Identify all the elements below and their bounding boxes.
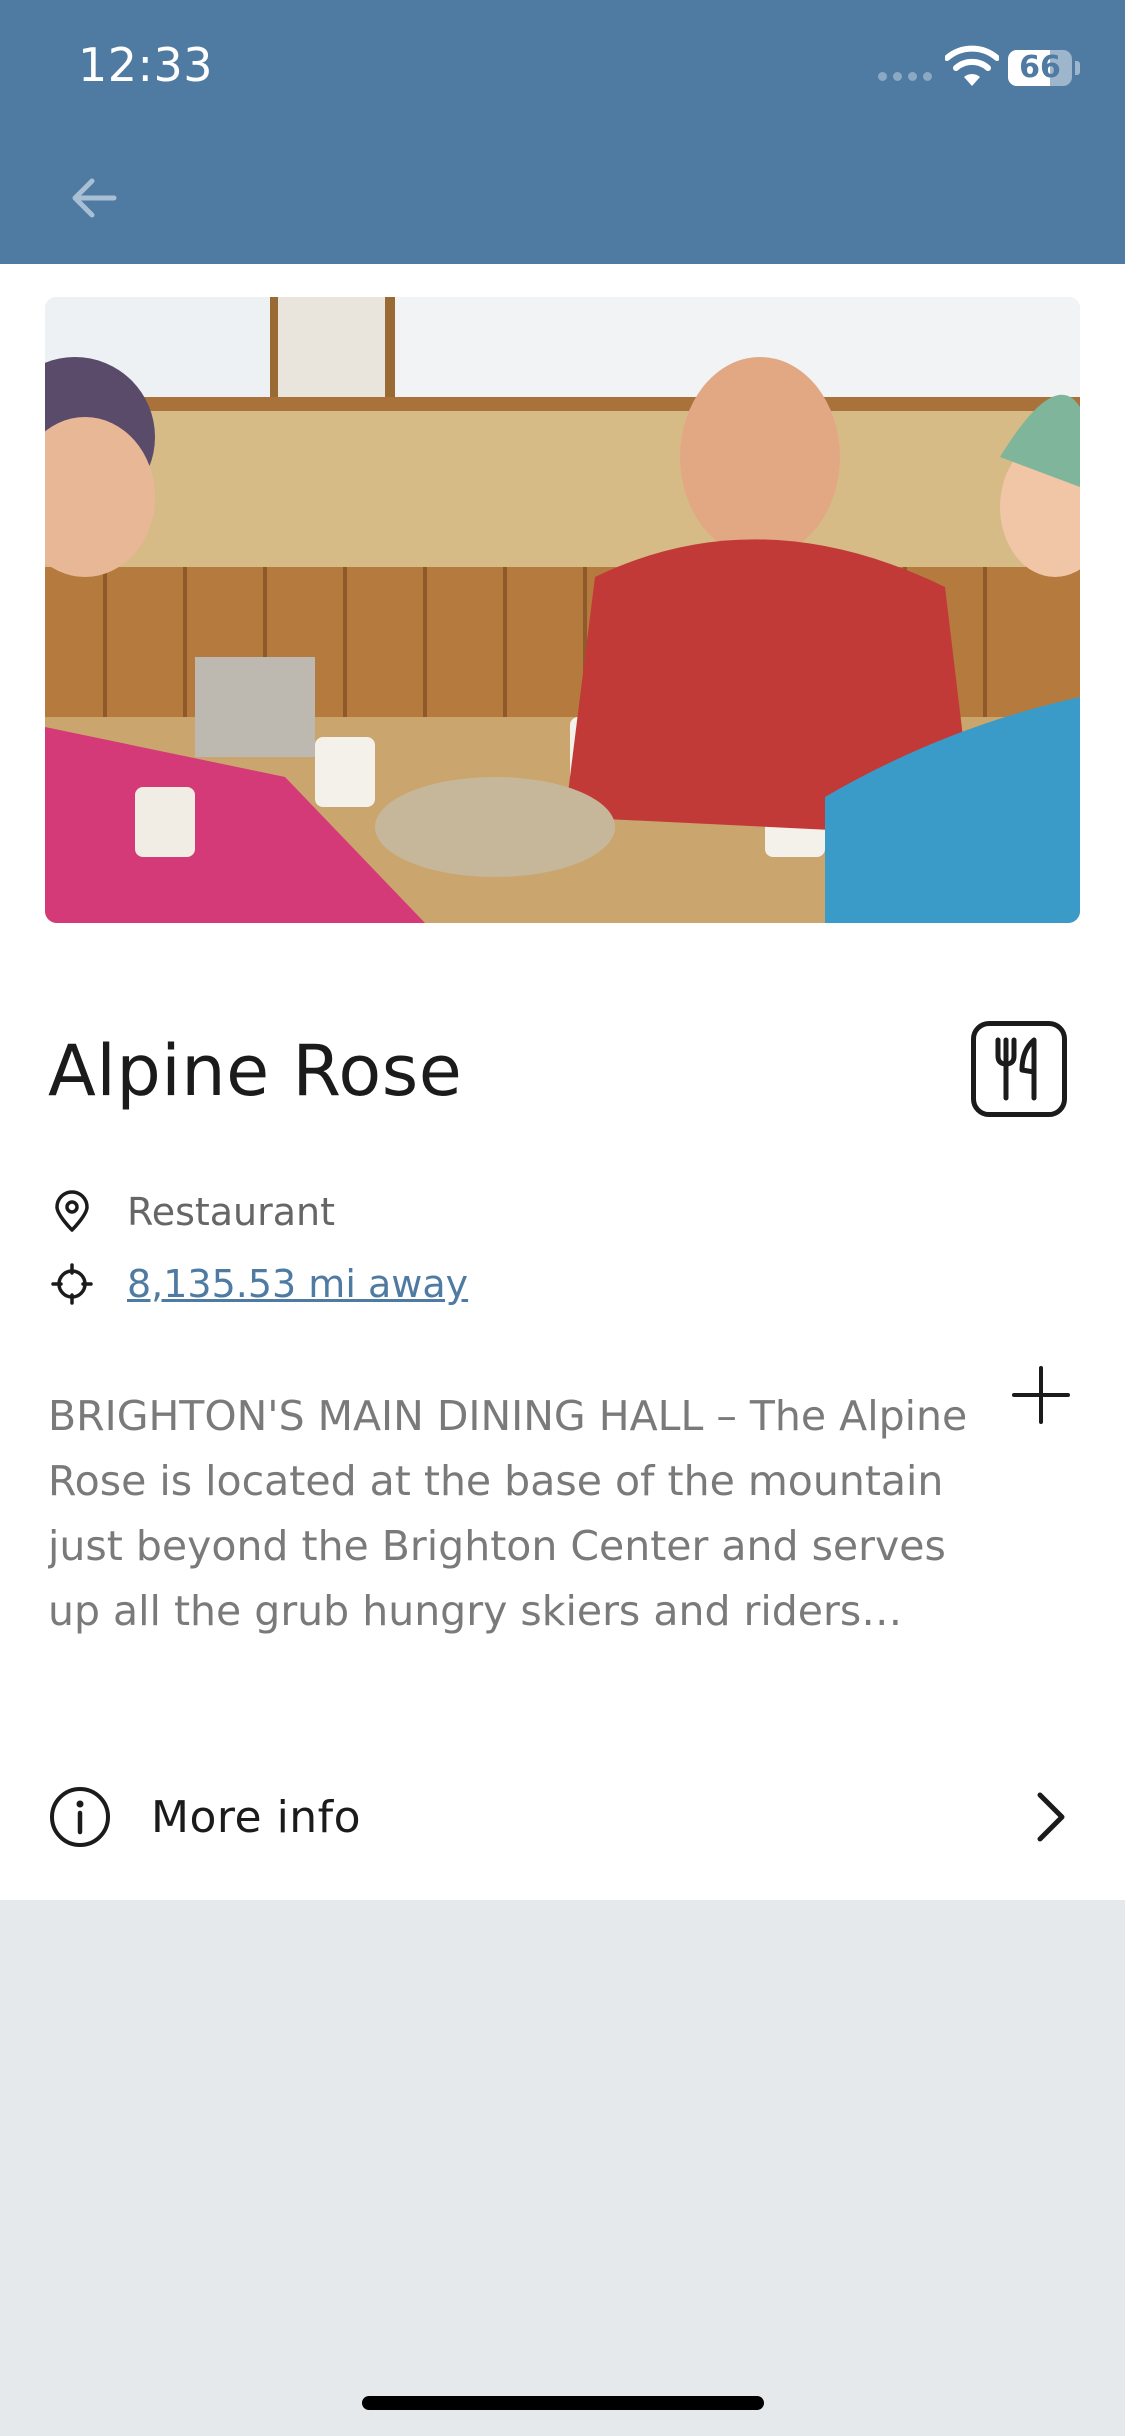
info-icon [50,1787,110,1847]
cellular-signal-icon [878,72,932,81]
place-card: Alpine Rose Restaurant 8,135.53 mi away [0,264,1125,1900]
more-info-label: More info [151,1791,362,1843]
home-indicator[interactable] [362,2396,764,2410]
place-type-row: Restaurant [50,1190,335,1234]
status-time: 12:33 [78,38,214,92]
distance-row[interactable]: 8,135.53 mi away [50,1262,468,1306]
fork-knife-icon [971,1021,1067,1117]
app-screen: 12:33 66 Alpine Rose Restaurant 8,135.53… [0,0,1125,2436]
wifi-icon [945,45,999,86]
arrow-left-icon[interactable] [62,166,126,230]
place-title: Alpine Rose [48,1030,463,1112]
place-description: BRIGHTON'S MAIN DINING HALL – The Alpine… [48,1392,968,1635]
battery-icon: 66 [1008,50,1072,86]
battery-tip [1075,61,1080,75]
battery-level: 66 [1019,50,1061,85]
crosshair-icon [51,1263,93,1305]
plus-icon[interactable] [1010,1364,1072,1426]
more-info-row[interactable]: More info [48,1769,1080,1865]
distance-link[interactable]: 8,135.53 mi away [127,1262,468,1306]
hero-photo [45,297,1080,923]
map-pin-icon [55,1190,89,1232]
chevron-right-icon [1037,1792,1065,1842]
app-header: 12:33 66 [0,0,1125,264]
place-type: Restaurant [127,1190,336,1234]
